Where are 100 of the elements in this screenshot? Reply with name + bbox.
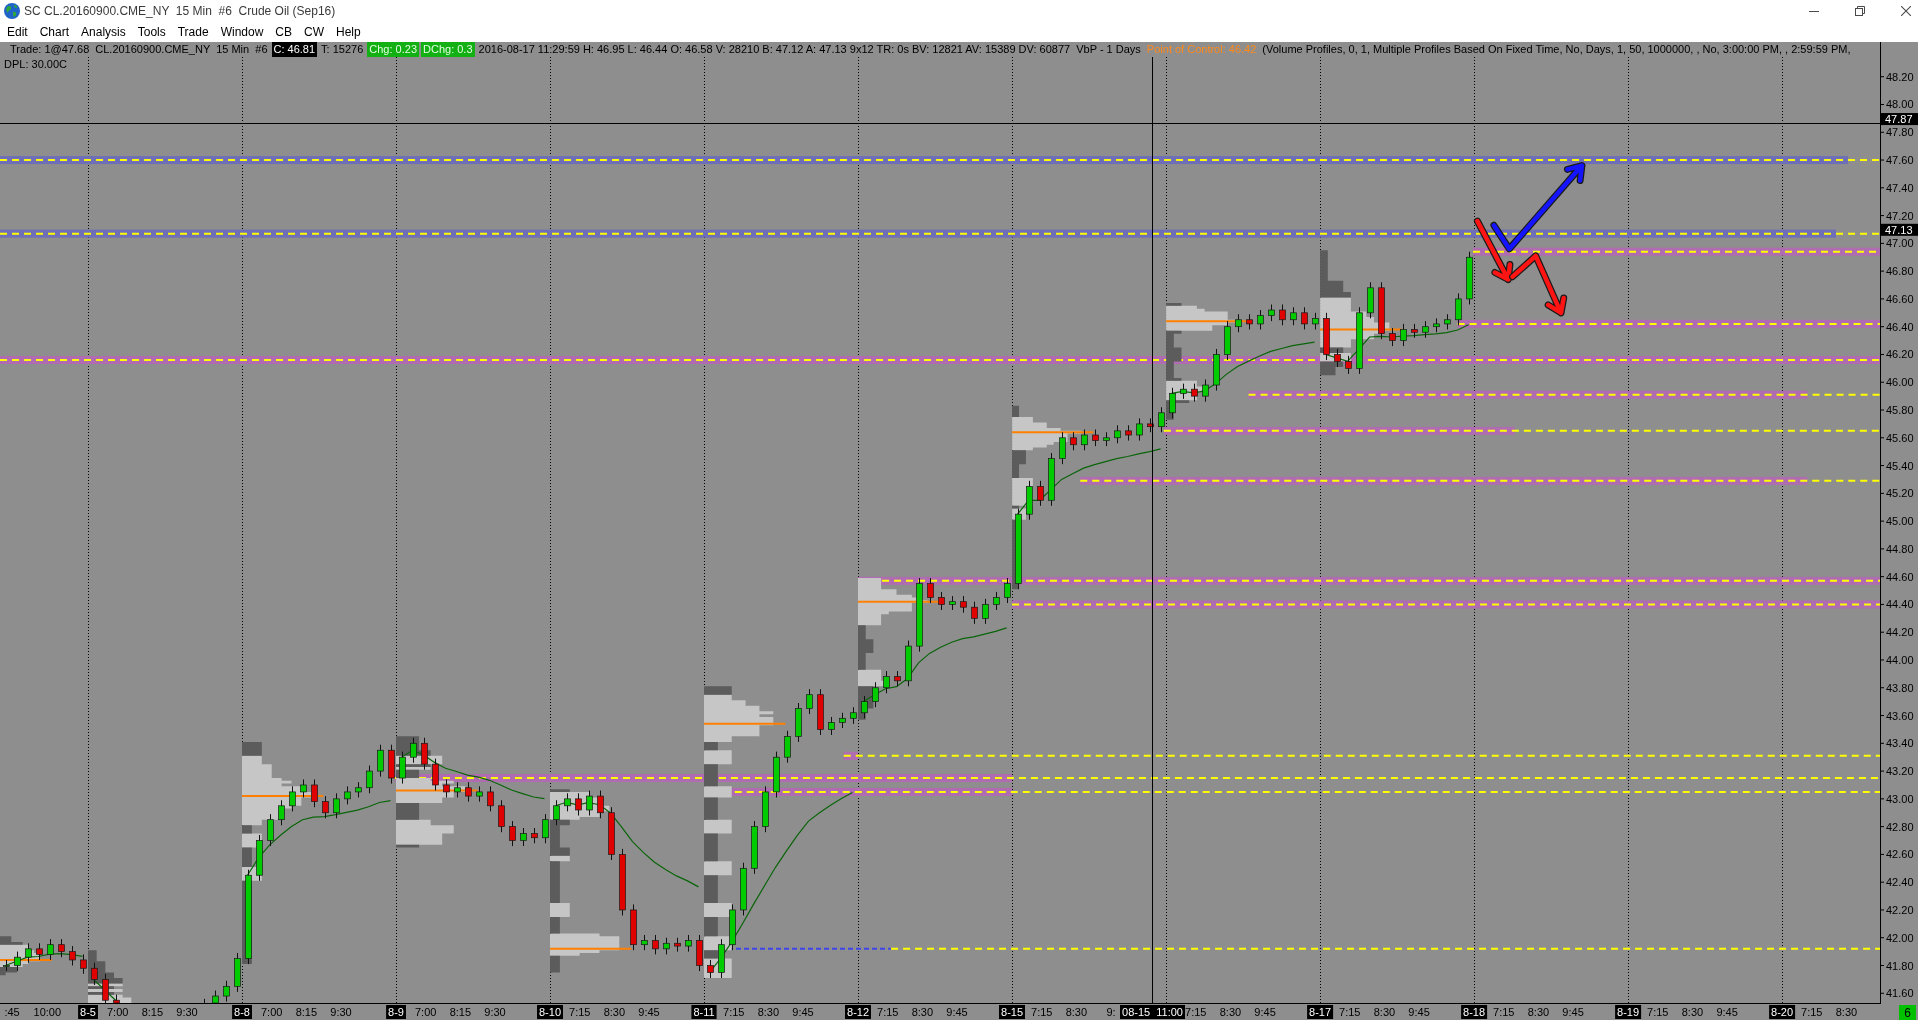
time-axis-label: 9:30 [330, 1006, 352, 1018]
time-axis-label: 9:45 [792, 1006, 814, 1018]
menu-item[interactable]: Trade [171, 22, 215, 42]
date-axis-label: 8-17 [1307, 1005, 1334, 1019]
time-axis-label: 9:45 [1562, 1006, 1584, 1018]
price-axis-label: 43.40 [1886, 737, 1914, 750]
date-axis-label: 8-9 [386, 1005, 406, 1019]
date-axis-label: 8-10 [537, 1005, 563, 1019]
info-text: T: 15276 [320, 42, 365, 57]
time-axis-label: 7:15 [569, 1006, 591, 1018]
menu-item[interactable]: Tools [131, 22, 172, 42]
price-axis-label: 48.20 [1886, 70, 1914, 83]
price-axis-label: 44.60 [1886, 570, 1914, 583]
price-axis-label: 46.80 [1886, 265, 1914, 278]
menu-item[interactable]: CW [298, 22, 330, 42]
date-axis-label: 8-11 [691, 1005, 717, 1019]
menu-item[interactable]: CB [269, 22, 298, 42]
price-marker: 47.13 [1881, 223, 1918, 236]
time-axis-label: 9:30 [484, 1006, 506, 1018]
price-axis-label: 42.80 [1886, 820, 1914, 833]
time-axis-label: 9:45 [1254, 1006, 1276, 1018]
time-axis-label: 8:30 [1527, 1006, 1550, 1018]
price-axis-label: 44.20 [1886, 626, 1914, 639]
price-axis-label: 43.80 [1886, 681, 1914, 694]
price-axis-label: 45.60 [1886, 431, 1914, 444]
time-axis-label: 9:45 [1716, 1006, 1738, 1018]
time-axis-label: 8:15 [449, 1006, 472, 1018]
price-axis-label: 42.00 [1886, 931, 1914, 944]
price-axis-label: 47.80 [1886, 126, 1914, 139]
time-axis-label: 7:00 [415, 1006, 437, 1018]
time-axis-label: 8:15 [295, 1006, 318, 1018]
price-axis-label: 47.60 [1886, 154, 1914, 167]
price-axis-label: 44.80 [1886, 542, 1914, 555]
date-axis-label: 8-15 [999, 1005, 1025, 1019]
info-text: Trade: 1@47.68 [9, 42, 91, 57]
price-axis-label: 45.20 [1886, 487, 1914, 500]
time-axis-label: 9:45 [946, 1006, 968, 1018]
time-axis-label: 8:30 [911, 1006, 934, 1018]
time-axis-label: 7:15 [1185, 1006, 1207, 1018]
info-text: (Volume Profiles, 0, 1, Multiple Profiles Based On Fixed Time, No, Days, 1, 50, 1000000, , No, 3:00:00 PM, , 2:59:59 PM, [1261, 42, 1852, 57]
price-axis-label: 46.60 [1886, 292, 1914, 305]
crosshair-price-label: 47.87 [1881, 113, 1918, 126]
menu-item[interactable]: Window [214, 22, 270, 42]
price-axis-label: 42.60 [1886, 848, 1914, 861]
info-text: CL.20160900.CME_NY 15 Min #6 [94, 42, 269, 57]
study-label: Point of Control: 46.42 [1145, 42, 1258, 57]
price-axis-label: 47.20 [1886, 209, 1914, 222]
time-axis-label: 8:30 [603, 1006, 626, 1018]
price-axis-label: 48.00 [1886, 98, 1914, 111]
price-axis-label: 41.60 [1886, 987, 1914, 1000]
date-axis-label: 8-18 [1461, 1005, 1488, 1019]
time-axis-label: 8:30 [1065, 1006, 1088, 1018]
status-badge: 6 [1899, 1005, 1916, 1020]
price-axis-label: 45.40 [1886, 459, 1914, 472]
time-axis-label: 9:45 [1408, 1006, 1430, 1018]
time-axis-label: 7:15 [1493, 1006, 1515, 1018]
time-axis-label: 9:45 [638, 1006, 660, 1018]
time-axis-label: 8:30 [757, 1006, 780, 1018]
crosshair-time-label: 08-15 11:00 [1120, 1005, 1185, 1019]
change-value: DChg: 0.3 [421, 42, 475, 57]
time-axis-label: 10:00 [33, 1006, 62, 1018]
price-axis-label: 46.00 [1886, 376, 1914, 389]
date-axis-label: 8-8 [232, 1005, 252, 1019]
time-axis-label: 7:15 [1031, 1006, 1053, 1018]
price-axis-label: 44.00 [1886, 654, 1914, 666]
time-axis-label: 7:15 [877, 1006, 899, 1018]
date-axis-label: 8-12 [845, 1005, 871, 1019]
price-axis-label: 44.40 [1886, 598, 1914, 611]
time-axis-label: :45 [4, 1006, 20, 1018]
price-axis-label: 43.00 [1886, 792, 1914, 805]
date-axis-label: 8-20 [1769, 1005, 1796, 1019]
highlighted-value: C: 46.81 [271, 42, 318, 57]
time-axis-label: 8:30 [1373, 1006, 1396, 1018]
window-title: SC CL.20160900.CME_NY 15 Min #6 Crude Oil (Sep16) [24, 3, 336, 19]
price-axis-label: 46.40 [1886, 320, 1914, 333]
time-axis-label: 8:30 [1835, 1006, 1858, 1018]
info-text: DPL: 30.00C [2, 58, 69, 70]
change-value: Chg: 0.23 [367, 42, 419, 57]
time-axis-label: 8:15 [141, 1006, 164, 1018]
close-icon [1901, 6, 1911, 16]
menu-item[interactable]: Edit [1, 22, 34, 42]
price-axis-label: 43.20 [1886, 765, 1914, 778]
minimize-icon [1809, 10, 1819, 12]
date-axis-label: 8-5 [78, 1005, 98, 1019]
price-axis-label: 45.00 [1886, 515, 1914, 528]
time-axis-label: 9: [1106, 1006, 1116, 1018]
price-axis-label: 47.40 [1886, 181, 1914, 194]
time-axis-label: 7:00 [261, 1006, 283, 1018]
time-axis-label: 8:30 [1681, 1006, 1704, 1018]
menu-item[interactable]: Chart [33, 22, 76, 42]
price-axis-label: 42.20 [1886, 903, 1914, 916]
time-axis-label: 9:30 [176, 1006, 198, 1018]
menu-item[interactable]: Analysis [75, 22, 132, 42]
time-axis-label: 7:00 [107, 1006, 129, 1018]
globe-icon [4, 3, 20, 19]
time-axis-label: 7:15 [1647, 1006, 1669, 1018]
time-axis-label: 7:15 [1801, 1006, 1823, 1018]
menu-item[interactable]: Help [330, 22, 367, 42]
time-axis-label: 7:15 [723, 1006, 745, 1018]
price-axis-label: 46.20 [1886, 348, 1914, 361]
